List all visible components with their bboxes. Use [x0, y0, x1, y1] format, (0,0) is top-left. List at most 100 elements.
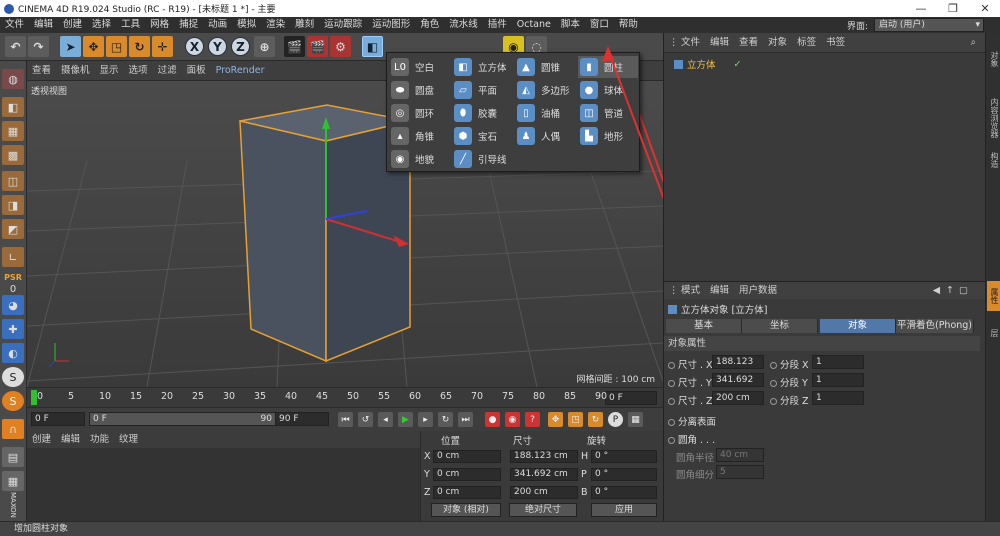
- view-menu-view[interactable]: 查看: [27, 61, 56, 81]
- rotate-tool-icon[interactable]: ↻: [129, 36, 150, 57]
- play-icon[interactable]: ▶: [398, 412, 413, 427]
- primitive-item-guide[interactable]: ╱ 引导线: [452, 148, 512, 170]
- primitive-item-L0[interactable]: L0 空白: [389, 56, 449, 78]
- obj-menu-file[interactable]: 文件: [676, 33, 705, 53]
- menu-snap[interactable]: 捕捉: [174, 17, 203, 33]
- tab-basic[interactable]: 基本: [666, 319, 742, 333]
- mat-menu-texture[interactable]: 纹理: [114, 431, 143, 448]
- primitive-item-cone[interactable]: ▲ 圆锥: [515, 56, 575, 78]
- render-picture-viewer-icon[interactable]: 🎬: [307, 36, 328, 57]
- axis-mode-icon[interactable]: ∟: [2, 247, 24, 267]
- key-parameter-icon[interactable]: P: [608, 412, 623, 427]
- menu-select[interactable]: 选择: [87, 17, 116, 33]
- frame-range-slider[interactable]: 0 F 90 F: [89, 412, 285, 426]
- menu-octane[interactable]: Octane: [512, 17, 556, 33]
- scale-tool-icon[interactable]: ◳: [106, 36, 127, 57]
- tweak-icon[interactable]: ✚: [2, 319, 24, 339]
- object-row-cube[interactable]: 立方体 ✓: [674, 57, 741, 71]
- texture-mode-icon[interactable]: ▦: [2, 121, 24, 141]
- close-button[interactable]: ✕: [970, 0, 1000, 17]
- menu-sculpt[interactable]: 雕刻: [290, 17, 319, 33]
- mat-menu-edit[interactable]: 编辑: [56, 431, 85, 448]
- magnet-icon[interactable]: ∩: [2, 419, 24, 439]
- attr-menu-mode[interactable]: 模式: [676, 282, 705, 299]
- next-frame-icon[interactable]: ▸: [418, 412, 433, 427]
- search-icon[interactable]: ⌕: [966, 33, 981, 53]
- end-frame-field[interactable]: 90 F: [275, 412, 329, 426]
- view-menu-camera[interactable]: 摄像机: [56, 61, 95, 81]
- key-position-icon[interactable]: ✥: [548, 412, 563, 427]
- obj-menu-view[interactable]: 查看: [734, 33, 763, 53]
- pos-z-field[interactable]: 0 cm: [433, 486, 501, 499]
- polygons-mode-icon[interactable]: ◩: [2, 219, 24, 239]
- edges-mode-icon[interactable]: ◨: [2, 195, 24, 215]
- grid-icon[interactable]: ▦: [2, 471, 24, 491]
- view-menu-panel[interactable]: 面板: [182, 61, 211, 81]
- right-tab-structure[interactable]: 构造: [987, 145, 1000, 175]
- minimize-button[interactable]: —: [906, 0, 936, 17]
- go-to-start-icon[interactable]: ⏮: [338, 412, 353, 427]
- s-orange-icon[interactable]: S: [2, 391, 24, 411]
- move-tool-icon[interactable]: ✥: [83, 36, 104, 57]
- menu-character[interactable]: 角色: [415, 17, 444, 33]
- view-menu-display[interactable]: 显示: [95, 61, 124, 81]
- size-z-field[interactable]: 200 cm: [510, 486, 578, 499]
- coord-mode-select[interactable]: 对象 (相对): [431, 503, 501, 517]
- redo-button[interactable]: ↷: [28, 36, 49, 57]
- go-to-end-icon[interactable]: ⏭: [458, 412, 473, 427]
- seg-y-field[interactable]: 1: [812, 373, 864, 387]
- lock-panel-icon[interactable]: ▢: [954, 282, 973, 299]
- menu-tools[interactable]: 工具: [116, 17, 145, 33]
- primitive-item-pyramid[interactable]: ▴ 角锥: [389, 125, 449, 147]
- primitive-item-cube[interactable]: ◧ 立方体: [452, 56, 512, 78]
- primitive-item-plane[interactable]: ▱ 平面: [452, 79, 512, 101]
- rot-p-field[interactable]: 0 °: [591, 468, 657, 481]
- mat-menu-create[interactable]: 创建: [27, 431, 56, 448]
- y-axis-lock[interactable]: Y: [208, 37, 227, 56]
- menu-edit[interactable]: 编辑: [29, 17, 58, 33]
- points-mode-icon[interactable]: ◫: [2, 171, 24, 191]
- menu-mograph[interactable]: 运动图形: [367, 17, 415, 33]
- tab-coordinates[interactable]: 坐标: [742, 319, 818, 333]
- mat-menu-function[interactable]: 功能: [85, 431, 114, 448]
- s-icon[interactable]: S: [2, 367, 24, 387]
- menu-file[interactable]: 文件: [0, 17, 29, 33]
- obj-menu-object[interactable]: 对象: [763, 33, 792, 53]
- key-scale-icon[interactable]: ◳: [568, 412, 583, 427]
- fillet-radius-field[interactable]: 40 cm: [716, 448, 764, 462]
- pos-y-field[interactable]: 0 cm: [433, 468, 501, 481]
- snap-icon[interactable]: ◕: [2, 295, 24, 315]
- prev-frame-icon[interactable]: ◂: [378, 412, 393, 427]
- solo-icon[interactable]: ◐: [2, 343, 24, 363]
- workplane-mode-icon[interactable]: ▩: [2, 145, 24, 165]
- right-tab-objects[interactable]: 对象: [987, 39, 1000, 79]
- primitive-item-relief[interactable]: ◉ 地貌: [389, 148, 449, 170]
- primitive-item-polygon[interactable]: ◭ 多边形: [515, 79, 575, 101]
- apply-button[interactable]: 应用: [591, 503, 657, 517]
- size-mode-select[interactable]: 绝对尺寸: [509, 503, 577, 517]
- primitive-item-capsule[interactable]: ⬮ 胶囊: [452, 102, 512, 124]
- menu-motion-tracking[interactable]: 运动跟踪: [319, 17, 367, 33]
- layout-select[interactable]: 启动 (用户) ▾: [874, 18, 984, 32]
- tab-object[interactable]: 对象: [820, 319, 896, 333]
- attr-size-y-field[interactable]: 341.692 cm: [712, 373, 764, 387]
- make-editable-icon[interactable]: ◍: [2, 69, 24, 89]
- view-menu-prorender[interactable]: ProRender: [211, 61, 270, 81]
- render-view-icon[interactable]: 🎬: [284, 36, 305, 57]
- attr-menu-edit[interactable]: 编辑: [705, 282, 734, 299]
- prev-key-icon[interactable]: ↺: [358, 412, 373, 427]
- primitive-item-sphere[interactable]: ● 球体: [578, 79, 638, 101]
- menu-simulate[interactable]: 模拟: [232, 17, 261, 33]
- primitive-item-torus[interactable]: ◎ 圆环: [389, 102, 449, 124]
- render-settings-icon[interactable]: ⚙: [330, 36, 351, 57]
- primitive-item-gem[interactable]: ⬢ 宝石: [452, 125, 512, 147]
- maximize-button[interactable]: ❐: [938, 0, 968, 17]
- size-y-field[interactable]: 341.692 cm: [510, 468, 578, 481]
- rot-b-field[interactable]: 0 °: [591, 486, 657, 499]
- rot-h-field[interactable]: 0 °: [591, 450, 657, 463]
- visibility-check-icon[interactable]: ✓: [734, 59, 742, 70]
- menu-create[interactable]: 创建: [58, 17, 87, 33]
- obj-menu-tags[interactable]: 标签: [792, 33, 821, 53]
- right-tab-attributes[interactable]: 属性: [987, 281, 1000, 311]
- select-cursor-icon[interactable]: ➤: [60, 36, 81, 57]
